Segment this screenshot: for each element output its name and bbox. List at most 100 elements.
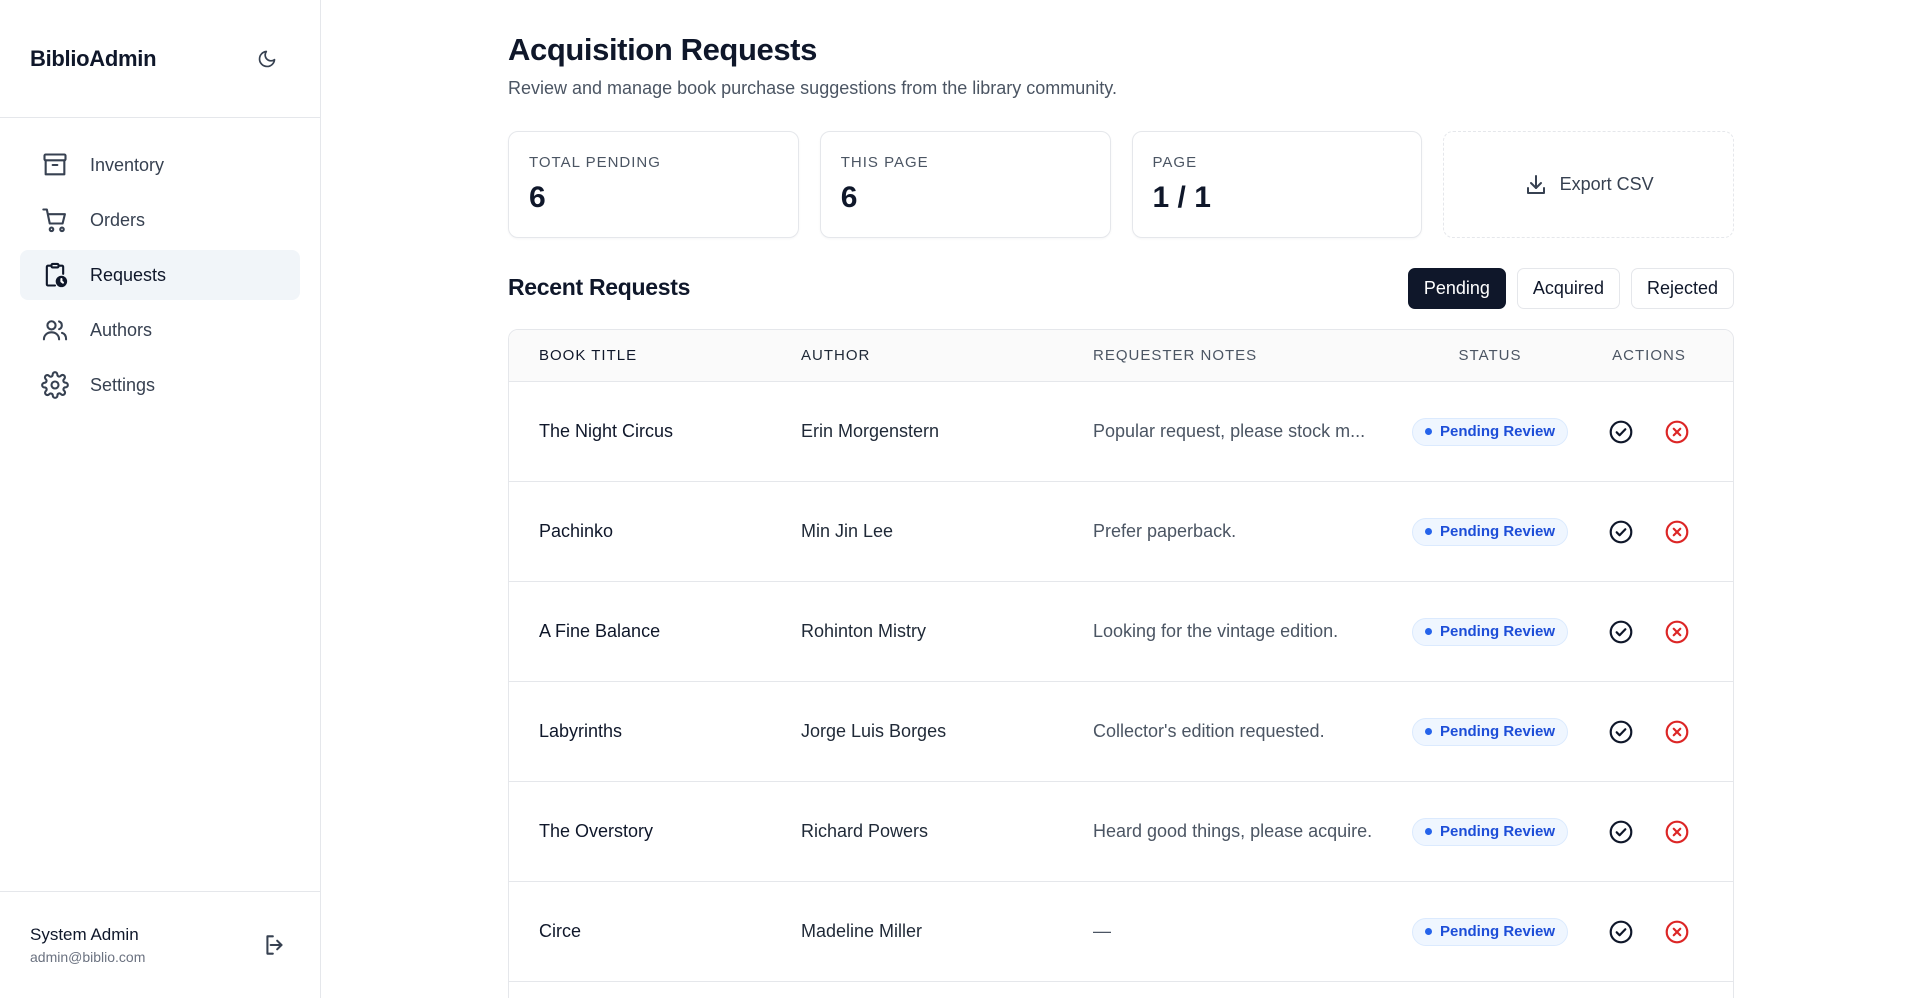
stat-label: THIS PAGE — [840, 154, 929, 171]
column-header-notes: REQUESTER NOTES — [1093, 347, 1258, 364]
stat-value: 6 — [529, 181, 546, 214]
book-title: Labyrinths — [539, 721, 623, 741]
requests-table: BOOK TITLE AUTHOR REQUESTER NOTES STATUS… — [508, 329, 1734, 998]
user-name: System Admin — [30, 925, 139, 944]
stat-value: 1 / 1 — [1152, 181, 1211, 214]
book-author: Madeline Miller — [801, 921, 923, 941]
stat-label: TOTAL PENDING — [529, 154, 661, 171]
column-header-actions: ACTIONS — [1612, 347, 1686, 364]
reject-button[interactable] — [1662, 617, 1692, 647]
status-badge: Pending Review — [1411, 617, 1569, 646]
table-header: BOOK TITLE AUTHOR REQUESTER NOTES STATUS… — [509, 330, 1733, 382]
sidebar-item-label: Inventory — [90, 154, 165, 175]
status-label: Pending Review — [1439, 423, 1556, 440]
sidebar-item-settings[interactable]: Settings — [20, 360, 300, 410]
approve-button[interactable] — [1606, 717, 1636, 747]
sidebar-item-requests[interactable]: Requests — [20, 250, 300, 300]
row-actions — [1575, 817, 1733, 847]
status-label: Pending Review — [1439, 923, 1556, 940]
requester-notes: Popular request, please stock m... — [1093, 421, 1366, 441]
page-subtitle: Review and manage book purchase suggesti… — [508, 78, 1117, 98]
table-row: The Overstory Richard Powers Heard good … — [509, 782, 1733, 882]
table-row: The Night Circus Erin Morgenstern Popula… — [509, 382, 1733, 482]
user-email: admin@biblio.com — [30, 949, 146, 965]
cart-icon — [40, 205, 70, 235]
requester-notes: Collector's edition requested. — [1093, 721, 1325, 741]
reject-button[interactable] — [1662, 417, 1692, 447]
theme-toggle-button[interactable] — [254, 46, 280, 72]
x-circle-icon — [1665, 920, 1689, 943]
check-circle-icon — [1609, 420, 1633, 443]
reject-button[interactable] — [1662, 917, 1692, 947]
sidebar-item-label: Settings — [90, 374, 156, 395]
approve-button[interactable] — [1606, 417, 1636, 447]
approve-button[interactable] — [1606, 617, 1636, 647]
table-row: A Fine Balance Rohinton Mistry Looking f… — [509, 582, 1733, 682]
column-header-status: STATUS — [1458, 347, 1522, 364]
check-circle-icon — [1609, 620, 1633, 643]
status-dot — [1424, 728, 1432, 735]
book-author: Min Jin Lee — [801, 521, 894, 541]
section-title: Recent Requests — [508, 274, 691, 300]
x-circle-icon — [1665, 820, 1689, 843]
sidebar-item-inventory[interactable]: Inventory — [20, 140, 300, 190]
table-row: Labyrinths Jorge Luis Borges Collector's… — [509, 682, 1733, 782]
user-panel: System Admin admin@biblio.com — [0, 891, 320, 998]
status-label: Pending Review — [1439, 723, 1556, 740]
approve-button[interactable] — [1606, 917, 1636, 947]
check-circle-icon — [1609, 820, 1633, 843]
book-title: The Overstory — [539, 821, 654, 841]
stat-card-page: PAGE 1 / 1 — [1131, 131, 1423, 238]
book-title: Pachinko — [539, 521, 614, 541]
stat-card-total-pending: TOTAL PENDING 6 — [508, 131, 799, 238]
status-label: Pending Review — [1439, 523, 1556, 540]
status-badge: Pending Review — [1411, 917, 1569, 946]
row-actions — [1575, 917, 1733, 947]
table-row: Circe Madeline Miller — Pending Review — [509, 882, 1733, 982]
moon-icon — [258, 50, 276, 67]
x-circle-icon — [1665, 720, 1689, 743]
reject-button[interactable] — [1662, 717, 1692, 747]
requester-notes: Heard good things, please acquire. — [1093, 821, 1373, 841]
status-badge: Pending Review — [1411, 517, 1569, 546]
sidebar-item-authors[interactable]: Authors — [20, 305, 300, 355]
book-title: The Night Circus — [539, 421, 674, 441]
sidebar-item-label: Requests — [90, 264, 167, 285]
sidebar-nav: Inventory Orders Requests Authors Settin… — [0, 118, 320, 410]
x-circle-icon — [1665, 420, 1689, 443]
row-actions — [1575, 417, 1733, 447]
brand-row: BiblioAdmin — [0, 0, 320, 118]
status-dot — [1424, 828, 1432, 835]
stat-value: 6 — [840, 181, 858, 214]
book-author: Richard Powers — [801, 821, 929, 841]
stat-card-this-page: THIS PAGE 6 — [819, 131, 1111, 238]
export-csv-button[interactable]: Export CSV — [1443, 131, 1735, 238]
stats-row: TOTAL PENDING 6 THIS PAGE 6 PAGE 1 / 1 E… — [508, 131, 1735, 238]
export-csv-label: Export CSV — [1559, 174, 1654, 194]
status-dot — [1424, 928, 1432, 935]
sidebar: BiblioAdmin Inventory Orders Requests Au… — [0, 0, 321, 998]
status-dot — [1424, 528, 1432, 535]
reject-button[interactable] — [1662, 817, 1692, 847]
filter-pending-button[interactable]: Pending — [1407, 268, 1506, 309]
approve-button[interactable] — [1606, 817, 1636, 847]
requester-notes: Prefer paperback. — [1093, 521, 1237, 541]
sidebar-item-label: Authors — [90, 319, 153, 340]
book-title: A Fine Balance — [539, 621, 661, 641]
filter-rejected-button[interactable]: Rejected — [1630, 268, 1734, 309]
status-badge: Pending Review — [1411, 717, 1569, 746]
requester-notes: Looking for the vintage edition. — [1093, 621, 1339, 641]
approve-button[interactable] — [1606, 517, 1636, 547]
status-dot — [1424, 428, 1432, 435]
x-circle-icon — [1665, 520, 1689, 543]
filter-acquired-button[interactable]: Acquired — [1516, 268, 1620, 309]
sidebar-item-orders[interactable]: Orders — [20, 195, 300, 245]
row-actions — [1575, 717, 1733, 747]
logout-button[interactable] — [260, 930, 290, 960]
check-circle-icon — [1609, 920, 1633, 943]
logout-icon — [266, 935, 283, 955]
stat-label: PAGE — [1152, 154, 1198, 171]
book-author: Rohinton Mistry — [801, 621, 927, 641]
reject-button[interactable] — [1662, 517, 1692, 547]
page-title: Acquisition Requests — [508, 32, 817, 67]
